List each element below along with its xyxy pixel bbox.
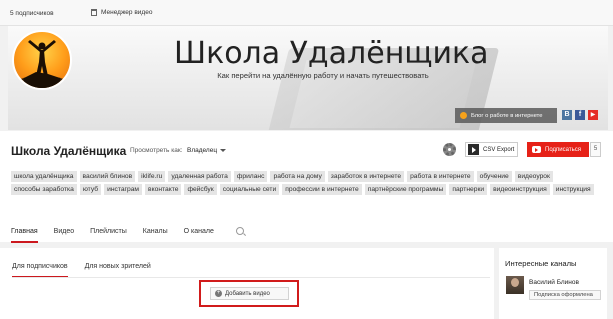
channel-tabs: Главная Видео Плейлисты Каналы О канале xyxy=(11,228,230,243)
channel-logo[interactable] xyxy=(12,30,72,90)
tag-item[interactable]: видеоинструкция xyxy=(490,184,550,195)
tag-item[interactable]: ютуб xyxy=(79,184,102,195)
subscribe-button[interactable]: Подписаться xyxy=(527,142,589,157)
tab-1[interactable]: Видео xyxy=(54,228,74,242)
subscribe-count: 5 xyxy=(590,142,601,157)
tag-item[interactable]: партнерки xyxy=(449,184,488,195)
view-as-label: Просмотреть как: xyxy=(130,147,183,154)
csv-export-label: CSV Export xyxy=(483,146,515,153)
audience-tab-0[interactable]: Для подписчиков xyxy=(12,263,68,278)
tag-item[interactable]: социальные сети xyxy=(219,184,280,195)
banner-title: Школа Удалёнщика xyxy=(174,36,489,71)
view-as-value: Владелец xyxy=(187,147,218,154)
tag-item[interactable]: школа удалёнщика xyxy=(11,171,77,182)
divider xyxy=(12,277,490,278)
tag-item[interactable]: инструкция xyxy=(552,184,594,195)
tag-item[interactable]: инстаграм xyxy=(104,184,143,195)
featured-channels: Интересные каналы Василий Блинов Подписк… xyxy=(499,248,607,319)
audience-tab-1[interactable]: Для новых зрителей xyxy=(85,263,151,276)
tag-item[interactable]: заработок в интернете xyxy=(327,171,405,182)
channel-tags: школа удалёнщика василий блинов iklife.ru у… xyxy=(11,171,603,195)
vk-icon[interactable]: В xyxy=(562,110,572,120)
tab-2[interactable]: Плейлисты xyxy=(90,228,127,242)
youtube-icon[interactable]: ▶ xyxy=(588,110,598,120)
chevron-down-icon xyxy=(220,149,227,152)
tag-item[interactable]: iklife.ru xyxy=(138,171,166,182)
tag-item[interactable]: видеоурок xyxy=(514,171,553,182)
subscribed-button[interactable]: Подписка оформлена xyxy=(529,290,601,300)
subscriber-count[interactable]: 5 подписчиков xyxy=(10,10,54,17)
add-video-button[interactable]: + Добавить видео xyxy=(210,287,289,300)
main-content: Для подписчиков Для новых зрителей + Доба… xyxy=(0,248,494,319)
channel-header: Школа Удалёнщика Просмотреть как: Владел… xyxy=(0,131,613,243)
tag-item[interactable]: василий блинов xyxy=(79,171,136,182)
tag-item[interactable]: фейсбук xyxy=(184,184,217,195)
tag-item[interactable]: работа в интернете xyxy=(407,171,474,182)
video-manager-label: Менеджер видео xyxy=(101,9,153,16)
tag-item[interactable]: удаленная работа xyxy=(168,171,231,182)
channel-name: Школа Удалёнщика xyxy=(11,144,127,158)
tab-4[interactable]: О канале xyxy=(184,228,214,242)
tab-3[interactable]: Каналы xyxy=(143,228,168,242)
avatar[interactable] xyxy=(506,276,524,294)
tag-item[interactable]: профессии в интернете xyxy=(282,184,362,195)
search-icon[interactable] xyxy=(236,227,244,235)
highlight-frame: + Добавить видео xyxy=(199,280,299,307)
view-as-select[interactable]: Владелец xyxy=(187,147,227,154)
tab-0[interactable]: Главная xyxy=(11,228,38,243)
csv-export-icon xyxy=(468,144,479,155)
blog-link-label: Блог о работе в интернете xyxy=(471,112,543,119)
gear-icon[interactable] xyxy=(443,143,456,156)
featured-channel-name[interactable]: Василий Блинов xyxy=(529,279,579,286)
blog-link-icon xyxy=(460,112,467,119)
video-manager-icon xyxy=(91,9,97,16)
tag-item[interactable]: способы заработка xyxy=(11,184,77,195)
tag-item[interactable]: вконтакте xyxy=(145,184,182,195)
tag-item[interactable]: обучение xyxy=(476,171,512,182)
blog-link[interactable]: Блог о работе в интернете xyxy=(455,108,557,123)
audience-tabs: Для подписчиков Для новых зрителей xyxy=(12,263,168,278)
plus-icon: + xyxy=(215,290,222,297)
facebook-icon[interactable]: f xyxy=(575,110,585,120)
add-video-label: Добавить видео xyxy=(225,290,270,297)
tag-item[interactable]: фриланс xyxy=(233,171,268,182)
banner-subtitle: Как перейти на удалённую работу и начать… xyxy=(217,71,429,80)
csv-export-button[interactable]: CSV Export xyxy=(465,142,518,157)
top-bar: 5 подписчиков Менеджер видео xyxy=(0,0,613,26)
tag-item[interactable]: партнёрские программы xyxy=(364,184,447,195)
youtube-logo-icon xyxy=(532,146,541,153)
tag-item[interactable]: работа на дому xyxy=(270,171,325,182)
featured-channels-title: Интересные каналы xyxy=(505,259,577,268)
subscribe-label: Подписаться xyxy=(545,146,581,153)
video-manager-link[interactable]: Менеджер видео xyxy=(91,9,152,16)
